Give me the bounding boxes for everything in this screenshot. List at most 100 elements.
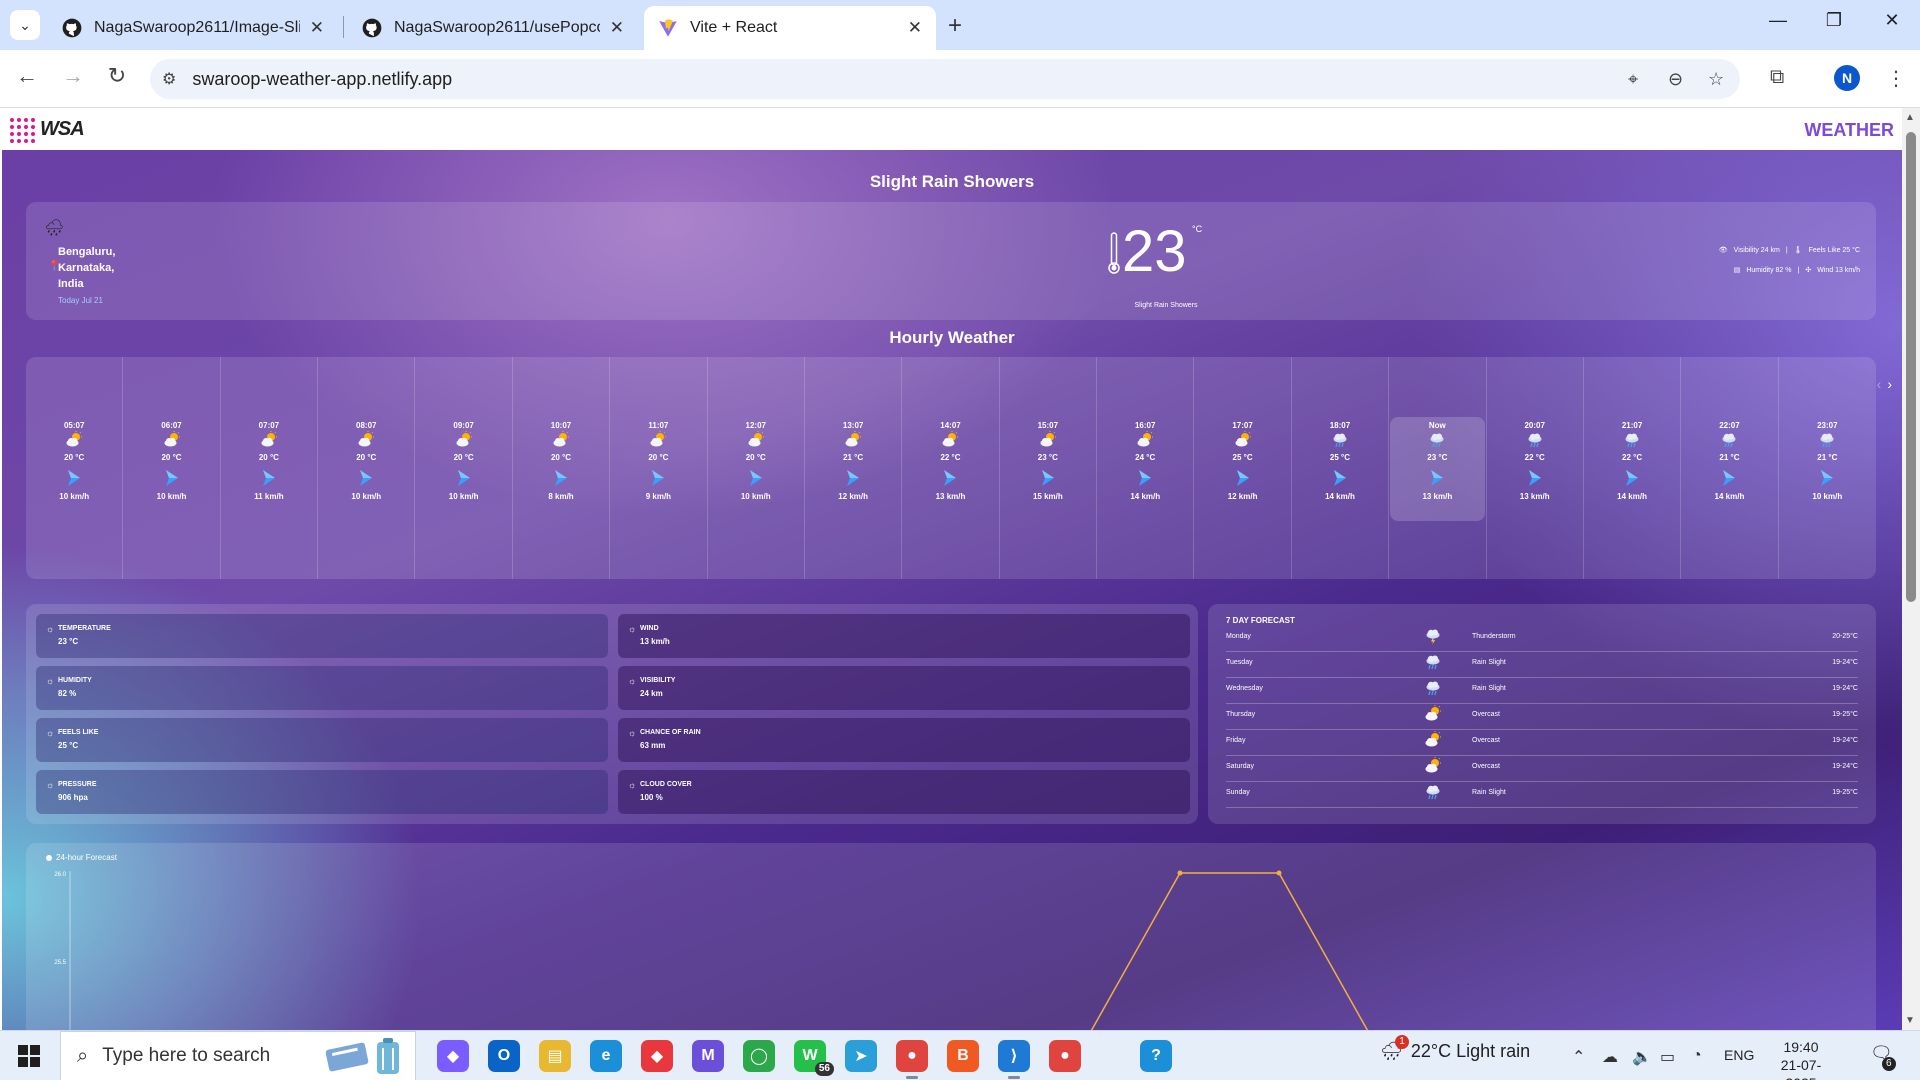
- app-logo[interactable]: WSA: [40, 118, 85, 141]
- nav-weather-link[interactable]: WEATHER: [1804, 120, 1894, 141]
- hourly-weather-title: Hourly Weather: [889, 328, 1015, 347]
- sun-icon: ☼: [46, 624, 55, 634]
- tray-weather[interactable]: 🌧 1 22°C Light rain: [1380, 1035, 1530, 1062]
- clock[interactable]: 19:40 21-07-2025: [1766, 1038, 1836, 1080]
- humidity-stat: Humidity 82 %: [1746, 266, 1792, 274]
- search-highlight-luggage-icon: [325, 1038, 399, 1074]
- hourly-item: 23:07 21 °C 10 km/h: [1779, 357, 1876, 579]
- forecast-series-line: [1090, 872, 1369, 1030]
- file-explorer-icon[interactable]: ▤: [539, 1040, 571, 1072]
- chrome-profile-icon[interactable]: ●: [1049, 1040, 1081, 1072]
- hour-wind-speed: 13 km/h: [1422, 492, 1453, 501]
- partly-cloudy-icon: [1424, 731, 1442, 754]
- scrollbar-thumb[interactable]: [1906, 132, 1916, 602]
- forecast-condition: Rain Slight: [1472, 685, 1506, 692]
- y-tick-label: 25.5: [54, 960, 66, 966]
- wifi-icon[interactable]: ◔: [1692, 1047, 1702, 1065]
- forecast-condition: Thunderstorm: [1472, 633, 1516, 640]
- chevron-right-icon[interactable]: ›: [1887, 376, 1892, 392]
- hour-time: 08:07: [356, 421, 377, 430]
- back-icon[interactable]: ←: [12, 63, 42, 89]
- hour-time: 05:07: [63, 421, 85, 430]
- tab-vite-react[interactable]: Vite + React ✕: [644, 6, 936, 50]
- forecast-day: Friday: [1226, 737, 1246, 744]
- vscode-icon[interactable]: ⟩: [998, 1040, 1030, 1079]
- site-info-icon[interactable]: ⚙: [162, 69, 176, 89]
- whatsapp-icon[interactable]: W 56: [794, 1040, 834, 1076]
- forecast-row: Thursday Overcast 19-25°C: [1226, 704, 1858, 730]
- close-tab-icon[interactable]: ✕: [908, 18, 922, 38]
- scroll-down-icon[interactable]: ▼: [1905, 1015, 1915, 1026]
- wind-direction-icon: [1000, 469, 1096, 487]
- battery-icon[interactable]: ▭: [1660, 1047, 1675, 1067]
- zoom-icon[interactable]: ⊖: [1668, 69, 1683, 90]
- taskbar-search[interactable]: ⌕ Type here to search: [60, 1031, 416, 1080]
- hour-wind-speed: 15 km/h: [1032, 492, 1063, 501]
- windows-start-icon[interactable]: [18, 1045, 40, 1067]
- forecast-data-point[interactable]: [1276, 870, 1282, 876]
- current-date: Today Jul 21: [58, 296, 103, 305]
- brave-icon[interactable]: B: [947, 1040, 979, 1072]
- wind-direction-icon: [708, 469, 804, 487]
- copilot-icon[interactable]: ◆: [437, 1040, 469, 1072]
- help-icon[interactable]: ?: [1140, 1040, 1172, 1072]
- chrome-icon[interactable]: ●: [896, 1040, 928, 1079]
- hour-wind-speed: 14 km/h: [1617, 492, 1647, 501]
- extensions-icon[interactable]: ⧉: [1770, 66, 1784, 89]
- partly-cloudy-icon: [1194, 431, 1290, 454]
- hour-wind-speed: 14 km/h: [1325, 492, 1355, 501]
- rain-cloud-icon: [1424, 783, 1442, 806]
- menu-kebab-icon[interactable]: ⋮: [1886, 66, 1906, 91]
- url-text[interactable]: swaroop-weather-app.netlify.app: [192, 69, 452, 90]
- new-tab-button[interactable]: +: [948, 12, 962, 40]
- close-window-icon[interactable]: ✕: [1872, 10, 1912, 31]
- profile-avatar[interactable]: N: [1834, 65, 1860, 91]
- app-red-icon[interactable]: ◆: [641, 1040, 673, 1072]
- tab-search-button[interactable]: ⌄: [10, 10, 40, 40]
- location-icon[interactable]: ⌖: [1628, 69, 1638, 90]
- chevron-left-icon[interactable]: ‹: [1877, 376, 1882, 392]
- forecast-day: Thursday: [1226, 711, 1256, 718]
- partly-cloudy-icon: [1000, 431, 1096, 454]
- rain-cloud-tray-icon: 🌧 1: [1380, 1035, 1409, 1062]
- vite-icon: [659, 19, 677, 37]
- address-bar[interactable]: ⚙ swaroop-weather-app.netlify.app ⌖ ⊖ ☆: [150, 59, 1740, 99]
- hourly-item: Now 23 °C 13 km/h: [1389, 357, 1487, 579]
- telegram-icon[interactable]: ➤: [845, 1040, 877, 1072]
- hour-temperature: 20 °C: [453, 453, 474, 462]
- clock-time: 19:40: [1783, 1039, 1819, 1055]
- weather-alert-badge: 1: [1395, 1035, 1409, 1049]
- reload-icon[interactable]: ↻: [102, 63, 132, 89]
- hour-temperature: 20 °C: [64, 453, 85, 462]
- onedrive-icon[interactable]: ☁: [1602, 1047, 1618, 1067]
- minimize-icon[interactable]: —: [1758, 10, 1798, 31]
- scroll-up-icon[interactable]: ▲: [1905, 112, 1915, 123]
- hourly-item: 21:07 22 °C 14 km/h: [1584, 357, 1682, 579]
- edge-icon[interactable]: e: [590, 1040, 622, 1072]
- tab-image-slider[interactable]: NagaSwaroop2611/Image-Slide ✕: [48, 6, 338, 50]
- restore-icon[interactable]: ❐: [1814, 10, 1854, 31]
- volume-icon[interactable]: 🔈: [1632, 1047, 1652, 1067]
- close-tab-icon[interactable]: ✕: [610, 18, 624, 38]
- forecast-row: Wednesday Rain Slight 19-24°C: [1226, 678, 1858, 704]
- show-hidden-icons-chevron-icon[interactable]: ⌃: [1572, 1047, 1585, 1067]
- hourly-item: 11:07 20 °C 9 km/h: [610, 357, 708, 579]
- thermometer-icon: [1108, 232, 1120, 274]
- app-green-icon[interactable]: ◯: [743, 1040, 775, 1072]
- outlook-icon[interactable]: O: [488, 1040, 520, 1072]
- thunderstorm-icon: [1424, 627, 1442, 650]
- bookmark-star-icon[interactable]: ☆: [1708, 69, 1724, 90]
- forecast-day: Monday: [1226, 633, 1251, 640]
- microsoft-365-icon[interactable]: M: [692, 1040, 724, 1072]
- forecast-data-point[interactable]: [1177, 870, 1183, 876]
- close-tab-icon[interactable]: ✕: [310, 18, 324, 38]
- forecast-day: Tuesday: [1226, 659, 1253, 666]
- partly-cloudy-icon: [902, 431, 998, 454]
- hour-time: 20:07: [1524, 421, 1545, 430]
- rain-cloud-icon: [1292, 431, 1388, 454]
- page-scrollbar[interactable]: ▲ ▼: [1902, 108, 1920, 1030]
- forward-icon[interactable]: →: [58, 63, 88, 89]
- language-indicator[interactable]: ENG: [1724, 1047, 1754, 1063]
- rain-cloud-icon: [1424, 679, 1442, 702]
- tab-usepopcorn[interactable]: NagaSwaroop2611/usePopcorn ✕: [348, 6, 638, 50]
